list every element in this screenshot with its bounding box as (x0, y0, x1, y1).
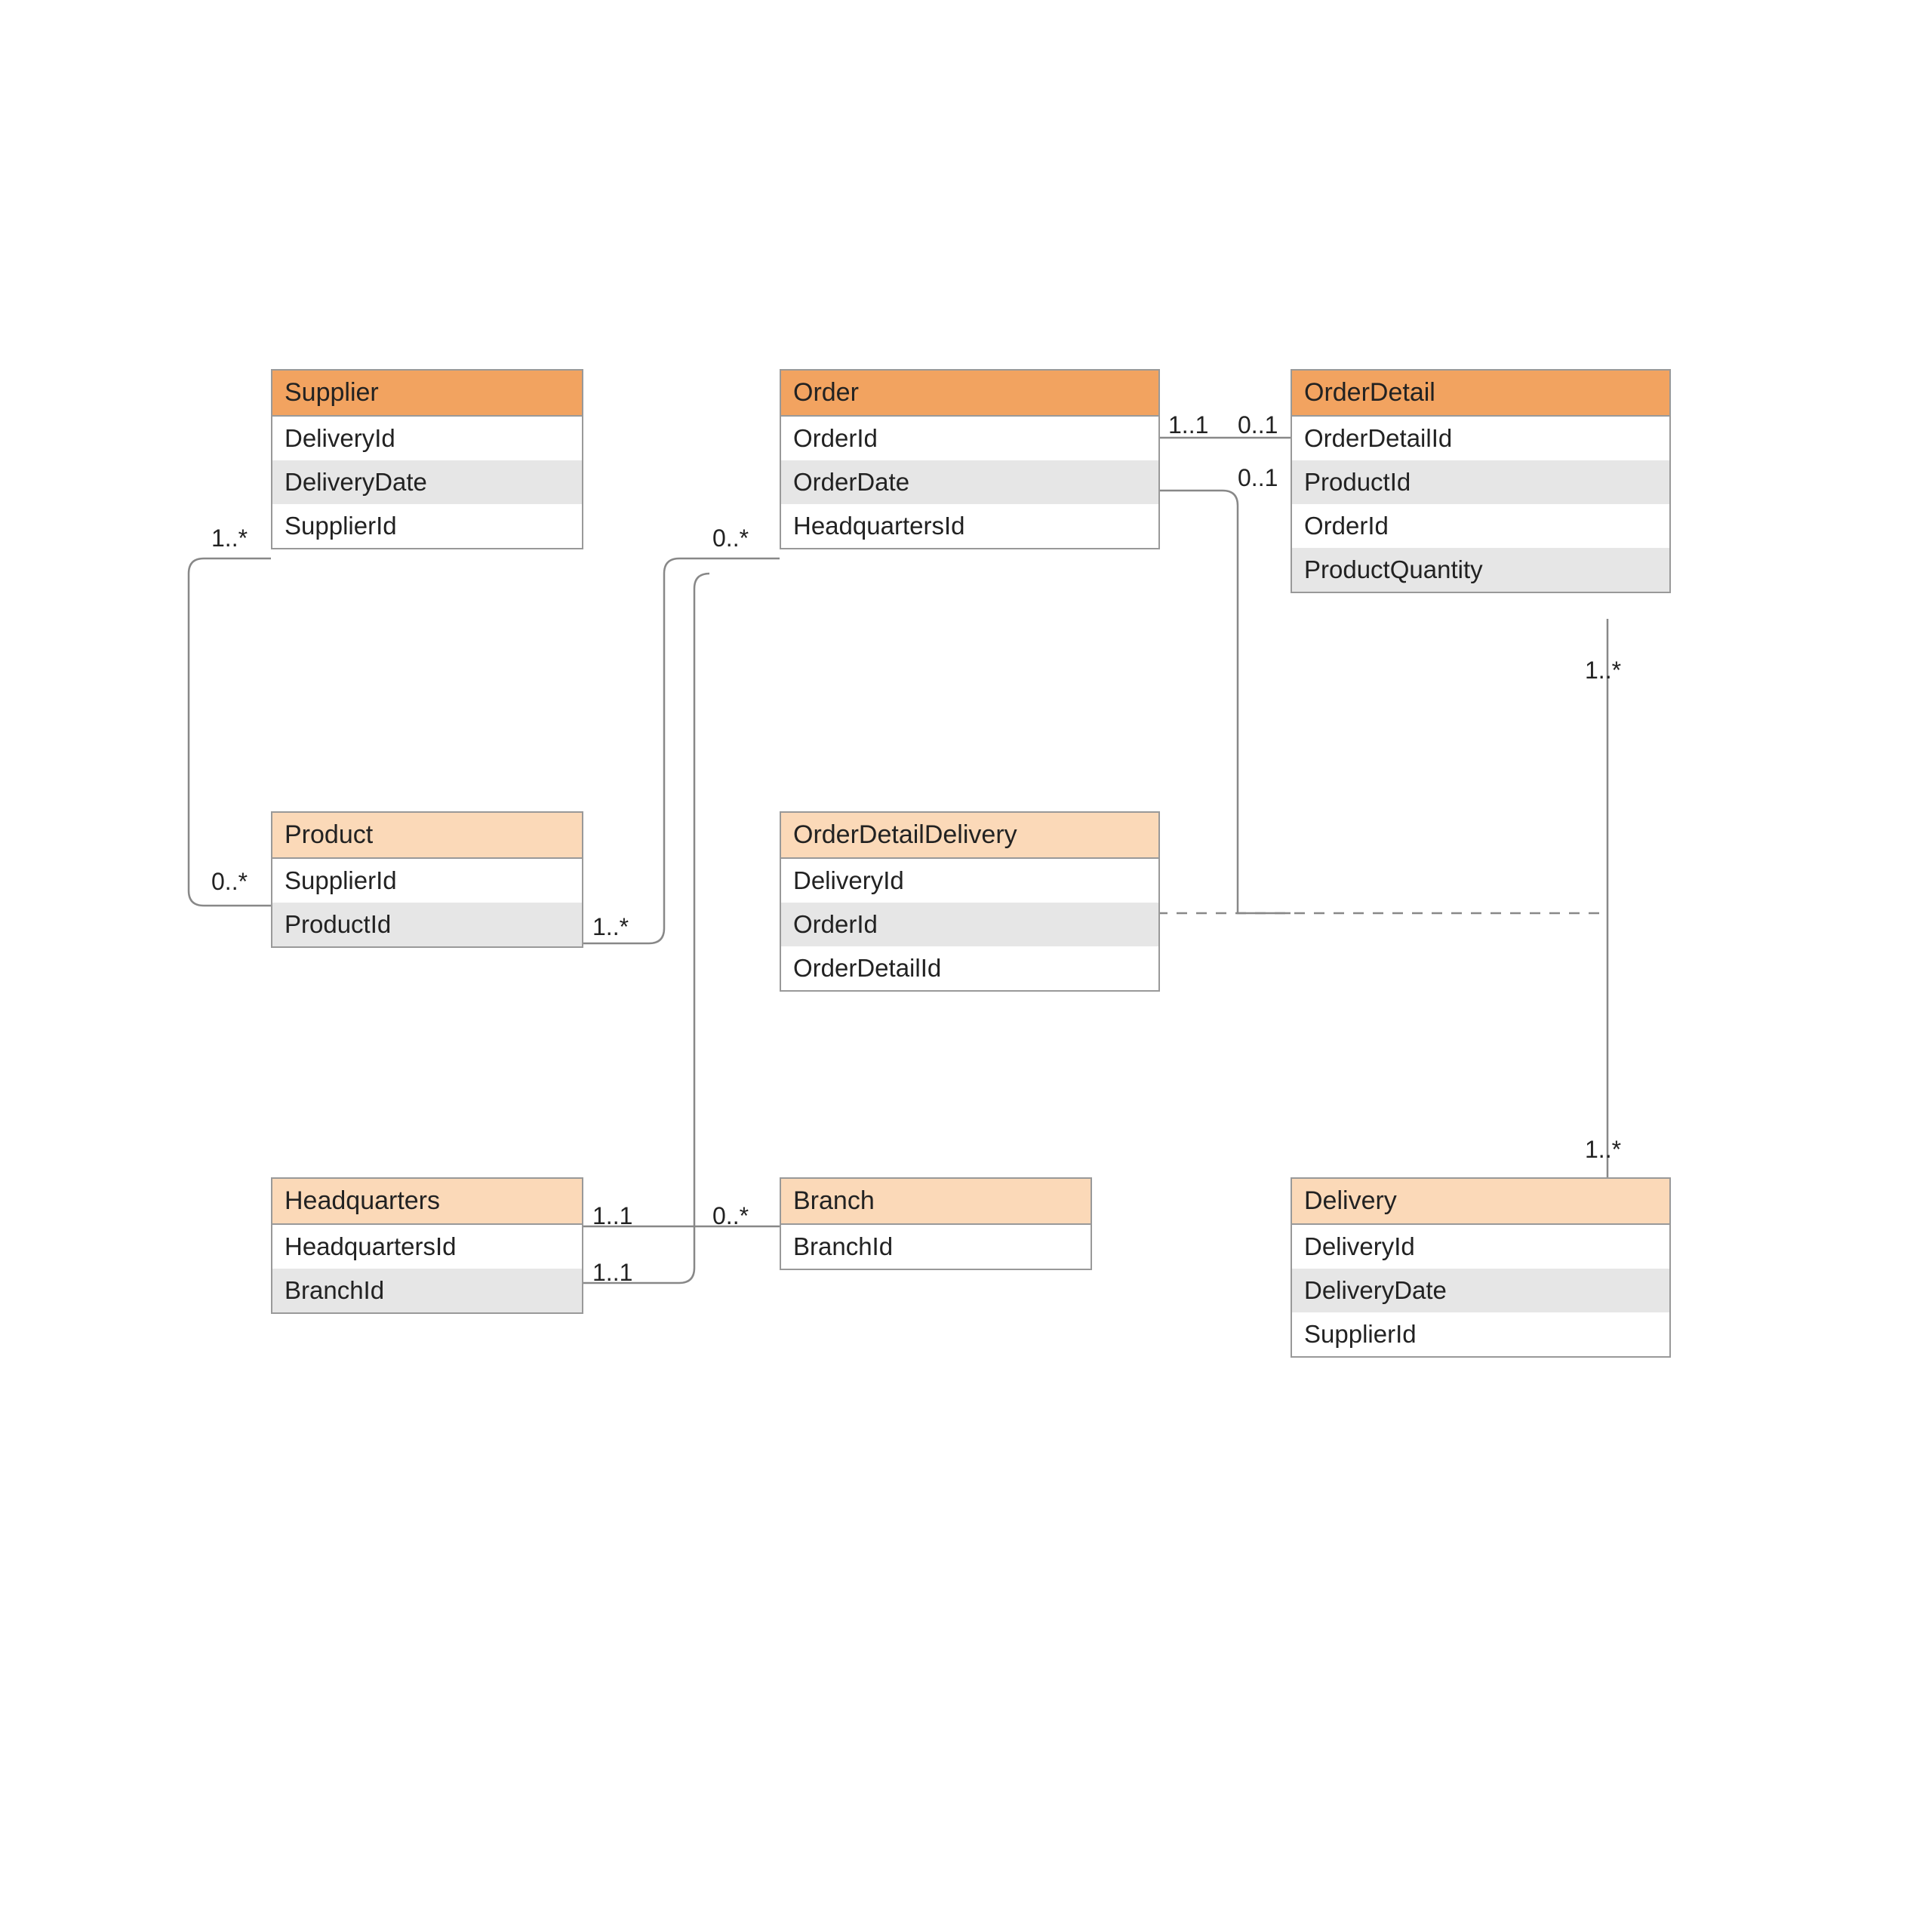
entity-headquarters: HeadquartersHeadquartersIdBranchId (271, 1177, 583, 1314)
mult-label: 0..1 (1238, 464, 1278, 492)
entity-attribute: SupplierId (272, 504, 582, 548)
entity-attribute: OrderId (1292, 504, 1669, 548)
entity-attribute: OrderId (781, 903, 1158, 946)
mult-label: 1..* (211, 525, 248, 552)
entity-title: Headquarters (272, 1179, 582, 1225)
entity-attribute: DeliveryDate (1292, 1269, 1669, 1312)
entity-delivery: DeliveryDeliveryIdDeliveryDateSupplierId (1291, 1177, 1671, 1358)
mult-label: 1..1 (1168, 411, 1208, 439)
entity-attribute: OrderDetailId (1292, 417, 1669, 460)
entity-attribute: HeadquartersId (272, 1225, 582, 1269)
entity-attribute: DeliveryId (781, 859, 1158, 903)
entity-attribute: DeliveryDate (272, 460, 582, 504)
mult-label: 0..* (211, 868, 248, 896)
mult-label: 1..1 (592, 1259, 632, 1287)
mult-label: 1..* (592, 913, 629, 941)
entity-title: OrderDetail (1292, 371, 1669, 417)
entity-attribute: OrderDate (781, 460, 1158, 504)
entity-attribute: ProductQuantity (1292, 548, 1669, 592)
entity-product: ProductSupplierIdProductId (271, 811, 583, 948)
entity-supplier: SupplierDeliveryIdDeliveryDateSupplierId (271, 369, 583, 549)
entity-attribute: SupplierId (272, 859, 582, 903)
entity-attribute: OrderDetailId (781, 946, 1158, 990)
mult-label: 1..1 (592, 1202, 632, 1230)
entity-attribute: DeliveryId (1292, 1225, 1669, 1269)
mult-label: 0..1 (1238, 411, 1278, 439)
diagram-canvas: SupplierDeliveryIdDeliveryDateSupplierId… (0, 0, 1932, 1932)
entity-attribute: BranchId (781, 1225, 1091, 1269)
mult-label: 1..* (1585, 1136, 1621, 1164)
entity-order-detail-delivery: OrderDetailDeliveryDeliveryIdOrderIdOrde… (780, 811, 1160, 992)
entity-attribute: HeadquartersId (781, 504, 1158, 548)
mult-label: 1..* (1585, 657, 1621, 685)
entity-title: Supplier (272, 371, 582, 417)
entity-attribute: ProductId (272, 903, 582, 946)
entity-attribute: ProductId (1292, 460, 1669, 504)
mult-label: 0..* (712, 525, 749, 552)
entity-title: Branch (781, 1179, 1091, 1225)
entity-order-detail: OrderDetailOrderDetailIdProductIdOrderId… (1291, 369, 1671, 593)
entity-attribute: DeliveryId (272, 417, 582, 460)
mult-label: 0..* (712, 1202, 749, 1230)
entity-attribute: SupplierId (1292, 1312, 1669, 1356)
entity-order: OrderOrderIdOrderDateHeadquartersId (780, 369, 1160, 549)
entity-title: Product (272, 813, 582, 859)
entity-attribute: OrderId (781, 417, 1158, 460)
entity-title: Order (781, 371, 1158, 417)
entity-title: Delivery (1292, 1179, 1669, 1225)
entity-attribute: BranchId (272, 1269, 582, 1312)
entity-title: OrderDetailDelivery (781, 813, 1158, 859)
entity-branch: BranchBranchId (780, 1177, 1092, 1270)
